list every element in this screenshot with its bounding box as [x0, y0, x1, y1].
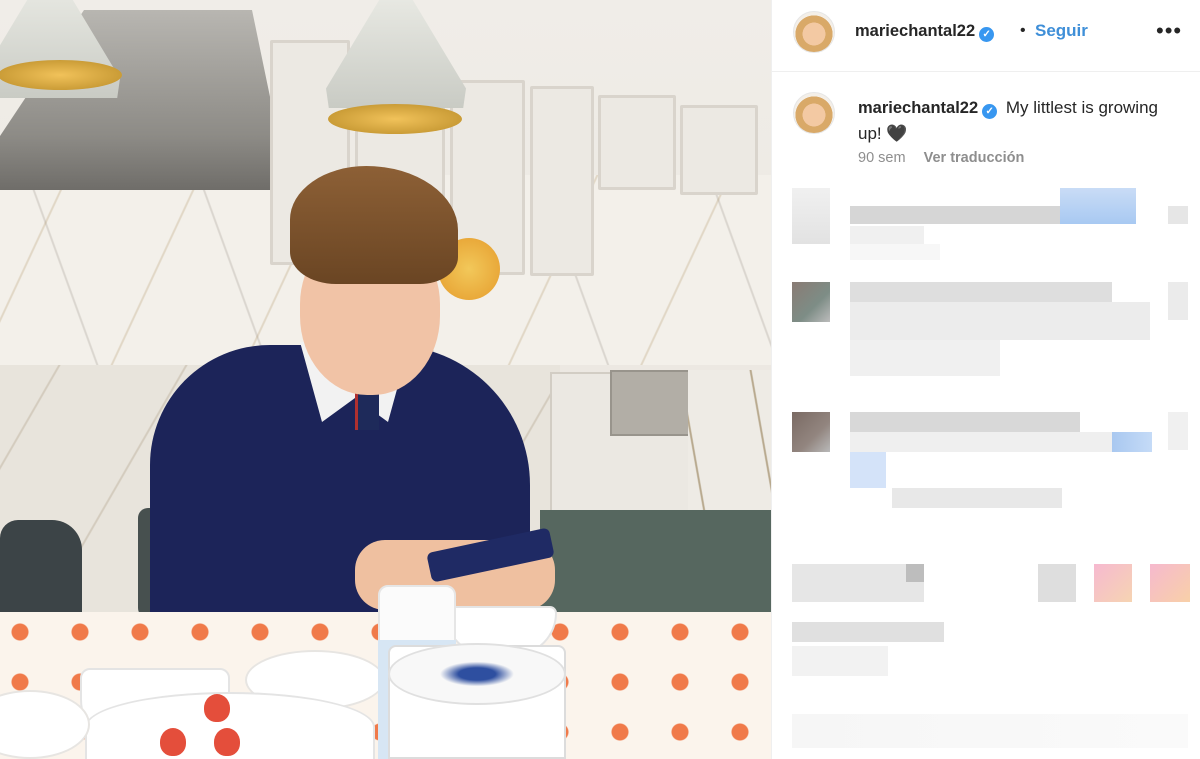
caption-meta: 90 sem Ver traducción [858, 150, 1024, 166]
pixelated-comment-2 [792, 282, 1192, 392]
pixelated-comment-3 [792, 412, 1192, 512]
post-side-panel: mariechantal22 ✓ • Seguir ••• mariechanta… [771, 0, 1200, 759]
separator-dot: • [1020, 22, 1026, 39]
caption-username[interactable]: mariechantal22 ✓ [858, 99, 998, 119]
translate-link[interactable]: Ver traducción [924, 150, 1025, 166]
more-options-icon[interactable]: ••• [1156, 18, 1182, 44]
post-time[interactable]: 90 sem [858, 150, 906, 166]
pixelated-comment-4 [792, 562, 1192, 682]
post-header: mariechantal22 ✓ • Seguir ••• [772, 0, 1200, 72]
follow-button[interactable]: Seguir [1035, 21, 1088, 41]
header-username[interactable]: mariechantal22 ✓ [855, 22, 995, 42]
verified-badge-icon: ✓ [982, 104, 998, 119]
farmhouse-sink [610, 370, 700, 436]
tie [355, 390, 379, 430]
pixelated-comment-1 [792, 186, 1192, 266]
caption-avatar[interactable] [793, 92, 835, 134]
header-username-text[interactable]: mariechantal22 [855, 22, 975, 40]
caption-block: mariechantal22 ✓ My littlest is growing u… [772, 72, 1200, 182]
profile-avatar[interactable] [793, 11, 835, 53]
caption-text: mariechantal22 ✓ My littlest is growing u… [858, 95, 1158, 146]
verified-badge-icon: ✓ [979, 27, 995, 42]
pixelated-footer [792, 710, 1192, 750]
jar-lid [388, 643, 566, 705]
post-photo[interactable] [0, 0, 771, 759]
